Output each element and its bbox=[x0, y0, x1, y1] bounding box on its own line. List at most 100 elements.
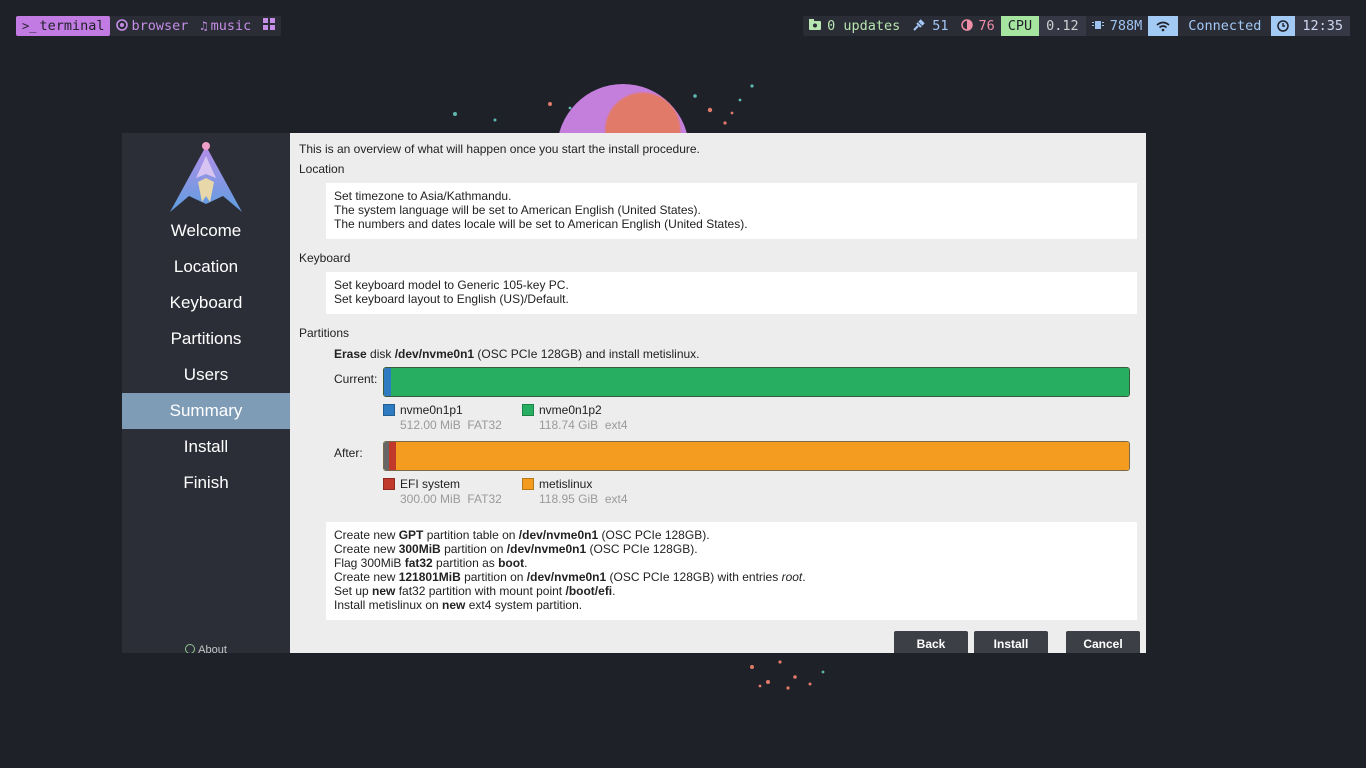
erase-mid: disk bbox=[366, 347, 395, 361]
partition-segment bbox=[395, 442, 1129, 470]
summary-line: Set timezone to Asia/Kathmandu. bbox=[334, 189, 512, 203]
brightness-module[interactable]: 51 bbox=[906, 16, 954, 36]
legend-size: 118.74 GiB bbox=[539, 418, 599, 432]
legend-current-1: nvme0n1p2 118.74 GiB ext4 bbox=[522, 403, 628, 432]
action-text: /dev/nvme0n1 bbox=[526, 570, 607, 584]
about-button[interactable]: About bbox=[122, 644, 290, 653]
action-text: root bbox=[781, 570, 803, 584]
back-button[interactable]: Back bbox=[894, 631, 968, 653]
step-finish: Finish bbox=[183, 473, 229, 492]
workspace-terminal[interactable]: >_ terminal bbox=[16, 16, 111, 36]
action-text: boot bbox=[498, 556, 525, 570]
legend-fs: FAT32 bbox=[467, 492, 502, 506]
workspace-browser[interactable]: browser bbox=[110, 16, 194, 36]
action-text: Flag 300MiB bbox=[334, 556, 405, 570]
network-status[interactable]: Connected bbox=[1178, 16, 1271, 36]
about-label: About bbox=[198, 644, 227, 653]
step-install: Install bbox=[183, 437, 229, 456]
workspace-label: terminal bbox=[39, 18, 105, 34]
legend-swatch bbox=[383, 478, 395, 490]
wifi-icon[interactable] bbox=[1148, 16, 1179, 36]
partition-action-line: Create new 300MiB partition on /dev/nvme… bbox=[334, 542, 1129, 556]
top-bar: >_ terminal browser ♫ music 0 updates 51… bbox=[16, 16, 1350, 36]
half-circle-icon bbox=[960, 18, 973, 34]
install-button[interactable]: Install bbox=[974, 631, 1048, 653]
cpu-label: CPU bbox=[1000, 16, 1040, 36]
package-icon bbox=[809, 19, 822, 33]
section-title-partitions: Partitions bbox=[299, 326, 350, 340]
partition-action-line: Set up new fat32 partition with mount po… bbox=[334, 584, 1129, 598]
memory-module[interactable]: 788M bbox=[1086, 16, 1149, 36]
action-text: /boot/efi bbox=[565, 584, 613, 598]
installer-sidebar: Welcome Location Keyboard Partitions Use… bbox=[122, 133, 290, 653]
action-text: 121801MiB bbox=[398, 570, 461, 584]
legend-size: 512.00 MiB bbox=[400, 418, 461, 432]
steps-list: Welcome Location Keyboard Partitions Use… bbox=[122, 213, 290, 501]
legend-fs: ext4 bbox=[604, 492, 628, 506]
legend-after-1: metislinux 118.95 GiB ext4 bbox=[522, 477, 628, 506]
legend-fs: ext4 bbox=[604, 418, 628, 432]
erase-disk-line: Erase disk /dev/nvme0n1 (OSC PCIe 128GB)… bbox=[334, 347, 700, 361]
partition-actions-box: Create new GPT partition table on /dev/n… bbox=[326, 522, 1137, 620]
action-text: Create new bbox=[334, 528, 399, 542]
updates-module[interactable]: 0 updates bbox=[803, 16, 906, 36]
legend-name: metislinux bbox=[539, 477, 593, 491]
action-text: new bbox=[372, 584, 396, 598]
legend-size: 300.00 MiB bbox=[400, 492, 461, 506]
action-text: new bbox=[442, 598, 466, 612]
chip-icon bbox=[1091, 19, 1104, 34]
erase-word: Erase bbox=[334, 347, 367, 361]
step-welcome: Welcome bbox=[170, 221, 242, 240]
action-text: Create new bbox=[334, 570, 399, 584]
action-text: . bbox=[612, 584, 616, 598]
action-text: (OSC PCIe 128GB). bbox=[598, 528, 710, 542]
action-text: fat32 partition with mount point bbox=[395, 584, 566, 598]
keyboard-summary-box: Set keyboard model to Generic 105-key PC… bbox=[326, 272, 1137, 314]
section-title-keyboard: Keyboard bbox=[299, 251, 351, 265]
summary-intro: This is an overview of what will happen … bbox=[299, 142, 700, 156]
erase-disk: /dev/nvme0n1 bbox=[394, 347, 475, 361]
erase-rest: (OSC PCIe 128GB) and install metislinux. bbox=[474, 347, 700, 361]
status-modules: 0 updates 51 76 CPU 0.12 788M Connected bbox=[803, 16, 1350, 36]
action-text: Set up bbox=[334, 584, 373, 598]
action-text: Install metislinux on bbox=[334, 598, 443, 612]
partition-action-line: Create new GPT partition table on /dev/n… bbox=[334, 528, 1129, 542]
workspace-grid[interactable] bbox=[257, 16, 281, 36]
legend-name: nvme0n1p1 bbox=[400, 403, 463, 417]
legend-size: 118.95 GiB bbox=[539, 492, 599, 506]
legend-name: nvme0n1p2 bbox=[539, 403, 602, 417]
workspace-music[interactable]: ♫ music bbox=[194, 16, 257, 36]
terminal-icon: >_ bbox=[22, 19, 37, 33]
chrome-icon bbox=[116, 18, 129, 34]
updates-text: 0 updates bbox=[827, 18, 901, 34]
location-summary-box: Set timezone to Asia/Kathmandu. The syst… bbox=[326, 183, 1137, 239]
cpu-value: 0.12 bbox=[1039, 16, 1086, 36]
step-partitions: Partitions bbox=[170, 329, 242, 348]
after-label: After: bbox=[334, 446, 363, 460]
volume-module[interactable]: 76 bbox=[955, 16, 1001, 36]
step-users: Users bbox=[183, 365, 229, 384]
summary-line: The numbers and dates locale will be set… bbox=[334, 217, 748, 231]
wallpaper-particles-bottom bbox=[750, 660, 825, 690]
clock-time[interactable]: 12:35 bbox=[1295, 16, 1350, 36]
brightness-value: 51 bbox=[932, 18, 949, 34]
legend-swatch bbox=[522, 404, 534, 416]
summary-line: The system language will be set to Ameri… bbox=[334, 203, 701, 217]
cancel-button[interactable]: Cancel bbox=[1066, 631, 1140, 653]
workspace-label: browser bbox=[131, 18, 189, 34]
summary-line: Set keyboard model to Generic 105-key PC… bbox=[334, 278, 569, 292]
action-text: ext4 system partition. bbox=[465, 598, 583, 612]
metislinux-logo bbox=[170, 142, 242, 212]
action-text: partition table on bbox=[423, 528, 519, 542]
action-text: 300MiB bbox=[398, 542, 441, 556]
partition-segment bbox=[390, 368, 1129, 396]
after-partition-bar bbox=[383, 441, 1130, 471]
section-title-location: Location bbox=[299, 162, 345, 176]
legend-fs: FAT32 bbox=[467, 418, 502, 432]
legend-current-0: nvme0n1p1 512.00 MiB FAT32 bbox=[383, 403, 502, 432]
info-icon bbox=[185, 644, 196, 653]
legend-name: EFI system bbox=[400, 477, 461, 491]
summary-line: Set keyboard layout to English (US)/Defa… bbox=[334, 292, 569, 306]
wallpaper-particles bbox=[453, 84, 754, 125]
workspace-label: music bbox=[210, 18, 252, 34]
